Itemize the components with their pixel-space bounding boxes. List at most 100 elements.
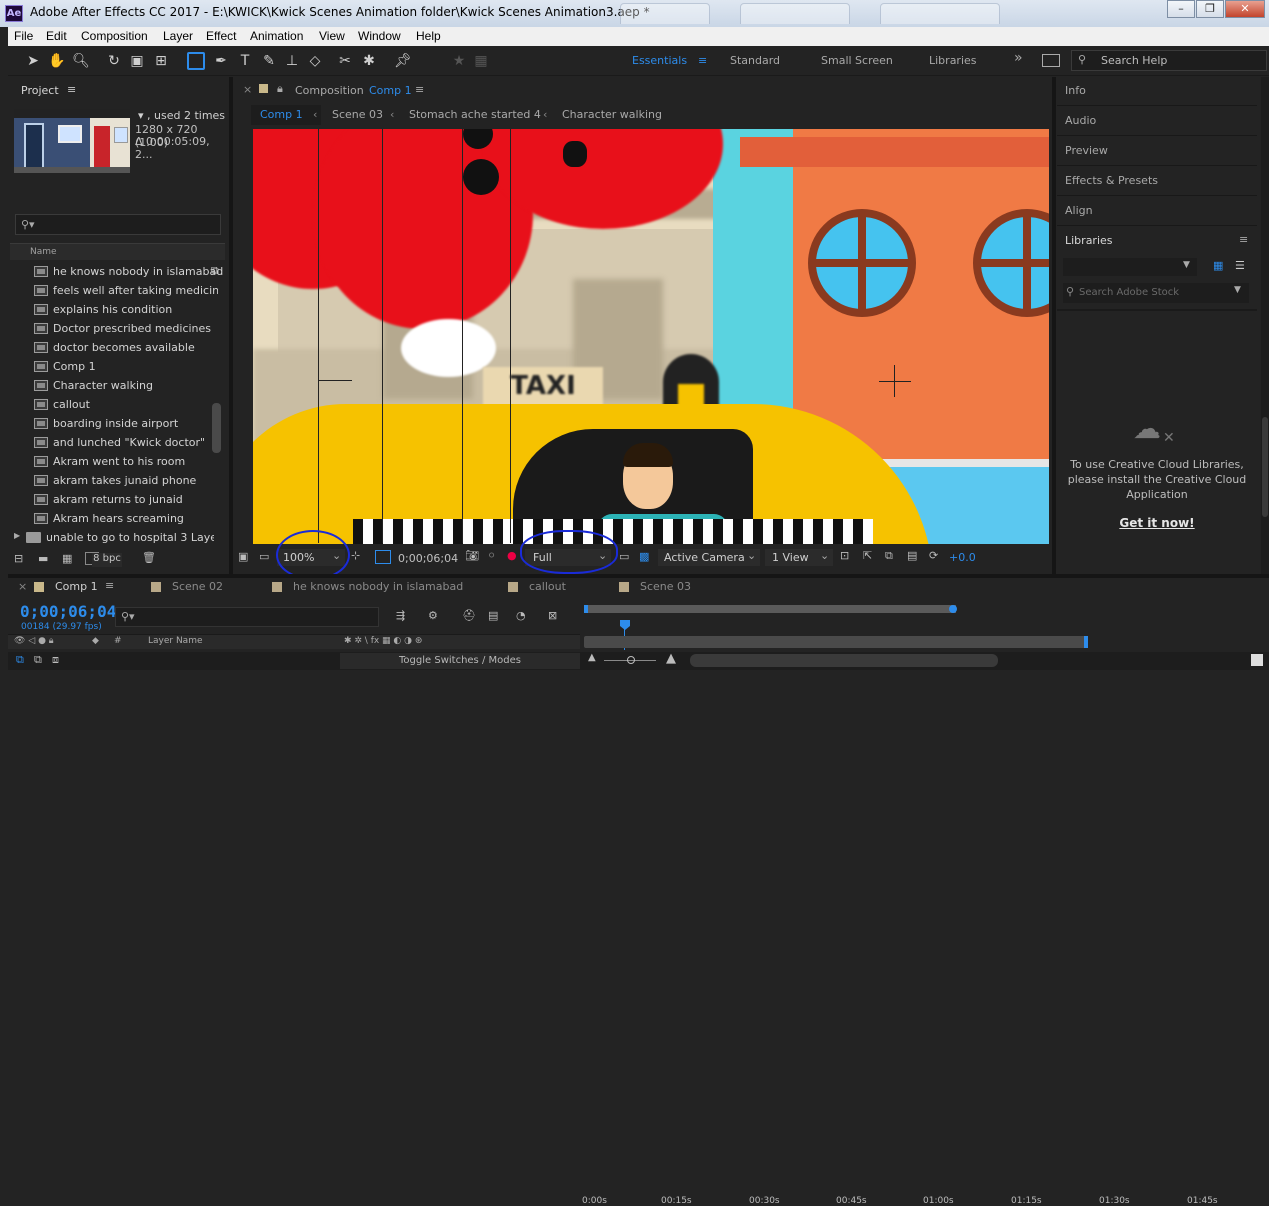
list-item[interactable]: akram returns to junaid	[34, 490, 218, 509]
workspace-libraries[interactable]: Libraries	[929, 54, 977, 67]
project-search-input[interactable]: ⚲▾	[15, 214, 221, 235]
color-channel-icon[interactable]: ●	[507, 549, 517, 562]
composition-viewer[interactable]: TAXI	[253, 129, 1049, 544]
brush-tool-icon[interactable]: ✎	[260, 52, 278, 70]
preview-panel-tab[interactable]: Preview	[1057, 137, 1257, 166]
grid-guide-icon[interactable]: ⊹	[351, 549, 360, 562]
panel-menu-icon[interactable]: ≡	[415, 83, 424, 96]
pen-tool-icon[interactable]: ✒	[212, 52, 230, 70]
breadcrumb-comp-1[interactable]: Comp 1	[260, 108, 303, 121]
panel-divider[interactable]	[1052, 77, 1056, 574]
sync-settings-icon[interactable]	[1042, 54, 1060, 67]
workspace-menu-icon[interactable]: ≡	[698, 54, 707, 67]
list-item[interactable]: he knows nobody in islamabad	[34, 262, 224, 281]
composition-panel-label[interactable]: Composition	[295, 84, 364, 97]
expand-arrow-icon[interactable]: ▶	[14, 531, 20, 540]
pan-behind-tool-icon[interactable]: ⊞	[152, 52, 170, 70]
folder-item[interactable]: ▶ unable to go to hospital 3 Layer	[14, 528, 214, 547]
layer-name-column-label[interactable]: Layer Name	[148, 636, 203, 646]
timeline-icon[interactable]: ▤	[907, 549, 917, 562]
name-column-label[interactable]: Name	[30, 247, 57, 257]
panel-menu-icon[interactable]: ≡	[1239, 233, 1248, 246]
toggle-switches-modes-button[interactable]: Toggle Switches / Modes	[340, 653, 580, 669]
mask-visibility-icon[interactable]	[375, 550, 391, 564]
new-composition-icon[interactable]: ▦	[62, 552, 72, 565]
timeline-tab-scene-02[interactable]: Scene 02	[172, 580, 223, 593]
viewer-timecode[interactable]: 0;00;06;04	[398, 552, 458, 565]
workspace-essentials[interactable]: Essentials	[632, 54, 687, 67]
rotate-tool-icon[interactable]: ↻	[105, 52, 123, 70]
list-item[interactable]: Character walking	[34, 376, 218, 395]
close-button[interactable]: ✕	[1225, 0, 1265, 18]
monitor-icon[interactable]: ▭	[259, 550, 269, 563]
list-item[interactable]: boarding inside airport	[34, 414, 218, 433]
hand-tool-icon[interactable]: ✋	[48, 52, 66, 70]
zoom-slider-thumb[interactable]	[627, 656, 635, 664]
layer-duration-bar[interactable]	[584, 636, 1088, 648]
reset-exposure-icon[interactable]: ⟳	[929, 549, 938, 562]
right-scrollbar[interactable]	[1261, 77, 1269, 574]
info-panel-tab[interactable]: Info	[1057, 77, 1257, 106]
list-item[interactable]: akram takes junaid phone	[34, 471, 218, 490]
frame-blending-icon[interactable]: ▤	[488, 609, 498, 622]
libraries-panel-title[interactable]: Libraries	[1065, 234, 1113, 247]
library-select-dropdown[interactable]: ▼	[1063, 258, 1197, 276]
breadcrumb-stomach-ache[interactable]: Stomach ache started 4	[409, 108, 541, 121]
workspace-small-screen[interactable]: Small Screen	[821, 54, 893, 67]
always-preview-icon[interactable]: ▣	[238, 550, 248, 563]
restore-button[interactable]: ❐	[1196, 0, 1224, 18]
flowchart-icon[interactable]: ⧉	[211, 264, 219, 278]
workspace-overflow-icon[interactable]: »	[1014, 50, 1023, 66]
close-panel-icon[interactable]: ×	[243, 83, 252, 96]
draft-3d-icon[interactable]: ⚙	[428, 609, 438, 622]
breadcrumb-scene-03[interactable]: Scene 03	[332, 108, 383, 121]
work-area-start-handle[interactable]	[584, 605, 588, 613]
menu-animation[interactable]: Animation	[250, 29, 303, 43]
list-item[interactable]: doctor becomes available	[34, 338, 218, 357]
type-tool-icon[interactable]: T	[236, 52, 254, 70]
work-area-bar[interactable]	[584, 605, 956, 613]
lock-icon[interactable]: 🔒︎	[277, 82, 283, 96]
region-of-interest-icon[interactable]: ▭	[619, 550, 629, 563]
timeline-tab-he-knows-nobody[interactable]: he knows nobody in islamabad	[293, 580, 463, 593]
timeline-tab-comp-1[interactable]: Comp 1	[55, 580, 98, 593]
zoom-tool-icon[interactable]: 🔍︎	[72, 52, 90, 70]
adobe-stock-search-input[interactable]: ⚲ Search Adobe Stock ▼	[1063, 283, 1249, 303]
transfer-controls-icon[interactable]: ⧉	[34, 653, 42, 667]
grid-view-icon[interactable]: ▦	[1213, 259, 1223, 272]
fast-previews-icon[interactable]: ⇱	[863, 549, 872, 562]
project-panel-title[interactable]: Project	[21, 84, 59, 97]
list-item[interactable]: callout	[34, 395, 218, 414]
panel-menu-icon[interactable]: ≡	[67, 83, 76, 96]
scrollbar-thumb[interactable]	[1262, 417, 1268, 517]
camera-snapshot-icon[interactable]: 📷︎	[465, 549, 479, 562]
shy-layers-icon[interactable]: ⛑	[462, 609, 476, 622]
project-scrollbar-thumb[interactable]	[212, 403, 221, 453]
close-panel-icon[interactable]: ×	[18, 580, 27, 593]
workspace-standard[interactable]: Standard	[730, 54, 780, 67]
clone-stamp-tool-icon[interactable]: ⊥	[283, 52, 301, 70]
toggle-pixel-aspect-icon[interactable]: ⊡	[840, 549, 849, 562]
motion-blur-icon[interactable]: ◔	[516, 609, 526, 622]
puppet-tool-icon[interactable]: ✱	[360, 52, 378, 70]
timeline-horizontal-scrollbar[interactable]	[690, 654, 998, 667]
trash-icon[interactable]: 🗑︎	[142, 551, 156, 564]
graph-editor-icon[interactable]: ⊠	[548, 609, 557, 622]
new-folder-icon[interactable]: ▬	[38, 552, 48, 565]
selection-tool-icon[interactable]: ➤	[24, 52, 42, 70]
roto-brush-tool-icon[interactable]: ✂	[336, 52, 354, 70]
breadcrumb-character-walking[interactable]: Character walking	[562, 108, 662, 121]
current-timecode[interactable]: 0;00;06;04	[20, 602, 116, 621]
get-it-now-link[interactable]: Get it now!	[1097, 516, 1217, 530]
layer-switches-icon[interactable]: ⧉	[16, 653, 24, 667]
menu-edit[interactable]: Edit	[46, 29, 67, 43]
list-item[interactable]: explains his condition	[34, 300, 218, 319]
menu-view[interactable]: View	[319, 29, 345, 43]
layer-out-point-handle[interactable]	[1084, 636, 1088, 648]
list-item[interactable]: feels well after taking medicine	[34, 281, 218, 300]
menu-help[interactable]: Help	[416, 29, 441, 43]
show-snapshot-icon[interactable]: ⚪	[487, 549, 496, 562]
bit-depth-button[interactable]: 8 bpc	[92, 553, 122, 567]
composition-mini-flowchart-icon[interactable]: ⇶	[396, 609, 405, 622]
eraser-tool-icon[interactable]: ◇	[306, 52, 324, 70]
